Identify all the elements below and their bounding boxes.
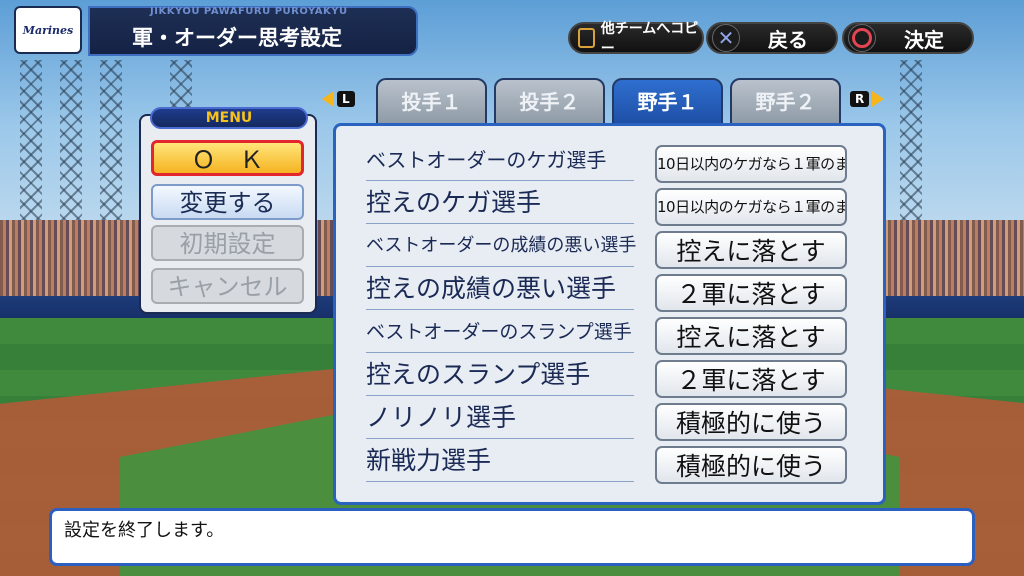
back-label: 戻る xyxy=(768,27,808,52)
setting-value[interactable]: 10日以内のケガなら１軍のまま xyxy=(655,188,847,226)
menu-change-button[interactable]: 変更する xyxy=(151,184,304,220)
menu-cancel-button[interactable]: キャンセル xyxy=(151,268,304,304)
setting-value[interactable]: 控えに落とす xyxy=(655,231,847,269)
confirm-label: 決定 xyxy=(904,27,944,52)
light-tower xyxy=(60,60,82,230)
setting-label: ベストオーダーのケガ選手 xyxy=(366,141,634,181)
setting-label: 新戦力選手 xyxy=(366,442,634,482)
tab-prev-hint[interactable]: L xyxy=(322,91,355,107)
setting-label: 控えの成績の悪い選手 xyxy=(366,270,634,310)
game-subtitle: JIKKYOU PAWAFURU PUROYAKYU xyxy=(150,6,348,17)
confirm-button[interactable]: 決定 xyxy=(842,22,974,54)
menu-ok-button[interactable]: ＯＫ xyxy=(151,140,304,176)
setting-label: ノリノリ選手 xyxy=(366,399,634,439)
setting-label: 控えのスランプ選手 xyxy=(366,356,634,396)
message-text: 設定を終了します。 xyxy=(64,520,225,541)
copy-to-other-team-button[interactable]: 他チームへコピー xyxy=(568,21,704,57)
light-tower xyxy=(20,60,42,230)
tab-next-hint[interactable]: R xyxy=(850,91,885,107)
menu-title: MENU xyxy=(150,107,308,129)
copy-label: 他チームへコピー xyxy=(600,21,699,57)
setting-label: ベストオーダーのスランプ選手 xyxy=(366,313,634,353)
setting-value[interactable]: 積極的に使う xyxy=(655,403,847,441)
tab-fielder-1[interactable]: 野手１ xyxy=(612,78,723,126)
cross-button-icon: ✕ xyxy=(712,24,740,52)
page-title: 軍・オーダー思考設定 xyxy=(132,26,342,50)
tab-fielder-2[interactable]: 野手２ xyxy=(730,78,841,126)
setting-value[interactable]: ２軍に落とす xyxy=(655,274,847,312)
light-tower xyxy=(900,60,922,230)
menu-reset-button[interactable]: 初期設定 xyxy=(151,225,304,261)
arrow-right-icon xyxy=(872,91,885,107)
team-logo-text: Marines xyxy=(22,23,74,37)
setting-value[interactable]: 積極的に使う xyxy=(655,446,847,484)
team-logo: Marines xyxy=(14,6,82,54)
setting-value[interactable]: 控えに落とす xyxy=(655,317,847,355)
back-button[interactable]: ✕ 戻る xyxy=(706,22,838,54)
setting-label: 控えのケガ選手 xyxy=(366,184,634,224)
l-key-label: L xyxy=(337,91,355,107)
arrow-left-icon xyxy=(322,91,334,107)
square-button-icon xyxy=(578,28,595,48)
tab-pitcher-2[interactable]: 投手２ xyxy=(494,78,605,126)
setting-label: ベストオーダーの成績の悪い選手 xyxy=(366,227,636,267)
tab-pitcher-1[interactable]: 投手１ xyxy=(376,78,487,126)
setting-value[interactable]: 10日以内のケガなら１軍のまま xyxy=(655,145,847,183)
circle-button-icon xyxy=(848,24,876,52)
setting-value[interactable]: ２軍に落とす xyxy=(655,360,847,398)
r-key-label: R xyxy=(850,91,870,107)
light-tower xyxy=(100,60,122,230)
